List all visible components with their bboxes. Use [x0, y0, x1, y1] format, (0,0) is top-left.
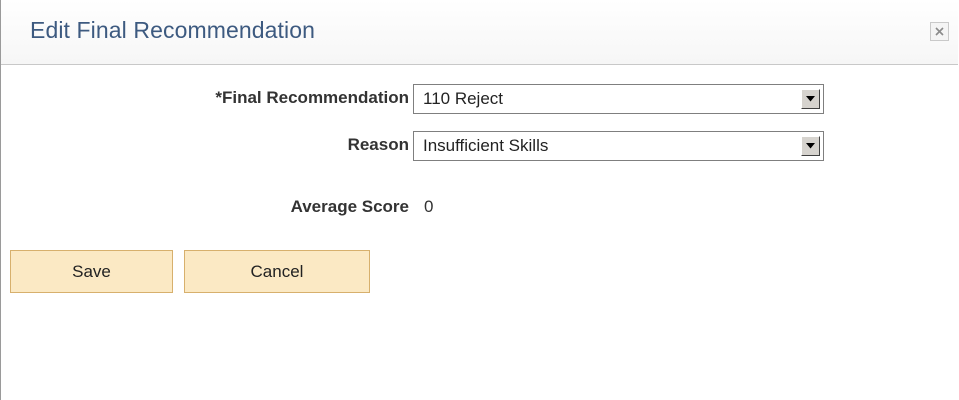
chevron-down-icon[interactable] — [801, 136, 820, 156]
dialog-header: Edit Final Recommendation — [1, 0, 958, 65]
average-score-value: 0 — [424, 197, 434, 216]
save-button[interactable]: Save — [10, 250, 173, 293]
cancel-button[interactable]: Cancel — [184, 250, 370, 293]
close-button[interactable] — [930, 22, 949, 41]
close-icon — [935, 27, 944, 36]
chevron-down-icon[interactable] — [801, 89, 820, 109]
reason-select[interactable]: Insufficient Skills — [413, 131, 824, 161]
final-recommendation-value: 110 Reject — [423, 89, 504, 108]
reason-label: Reason — [347, 135, 409, 154]
edit-final-recommendation-dialog: Edit Final Recommendation *Final Recomme… — [0, 0, 958, 400]
average-score-label: Average Score — [290, 197, 409, 216]
dialog-title: Edit Final Recommendation — [30, 17, 316, 43]
final-recommendation-label: *Final Recommendation — [215, 88, 409, 107]
reason-value: Insufficient Skills — [423, 136, 549, 155]
final-recommendation-select[interactable]: 110 Reject — [413, 84, 824, 114]
